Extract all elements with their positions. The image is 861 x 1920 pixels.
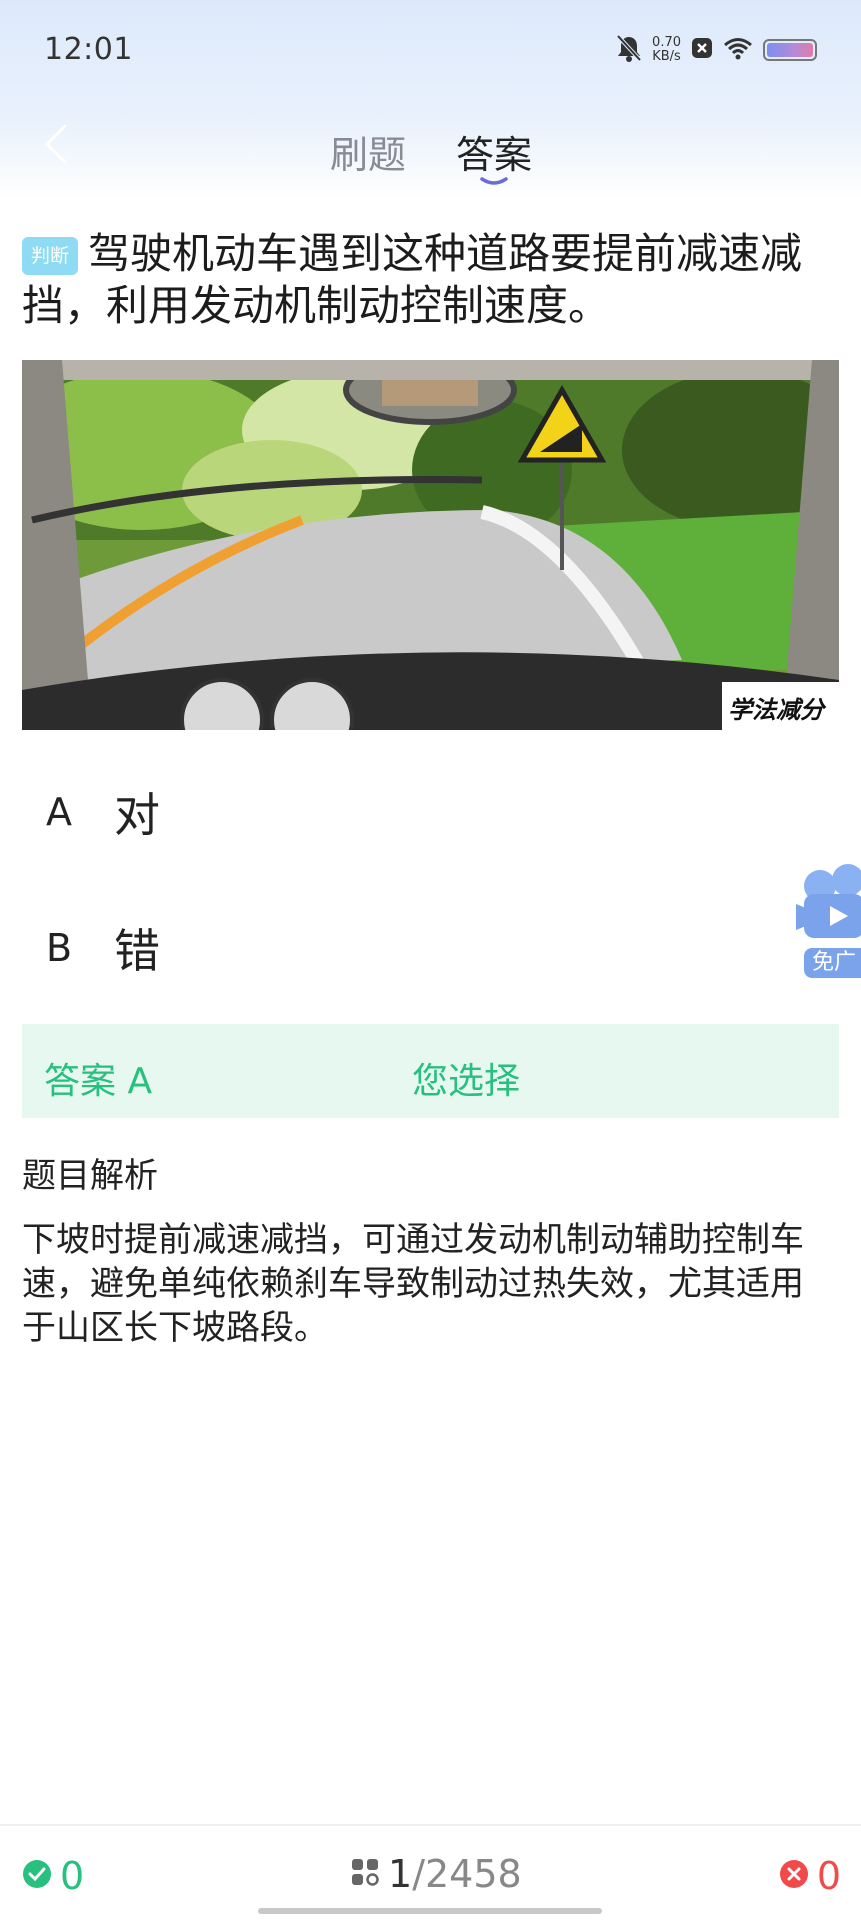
tab-active-indicator <box>480 172 508 185</box>
option-letter: B <box>46 926 73 970</box>
current-question: 1 <box>388 1852 413 1896</box>
correct-counter[interactable]: 0 <box>22 1854 84 1898</box>
x-circle-icon <box>779 1854 809 1898</box>
ad-free-label: 免广 <box>804 948 861 978</box>
net-speed: 0.70 KB/s <box>652 36 681 64</box>
your-choice: 您选择 <box>412 1061 521 1102</box>
tab-answer[interactable]: 答案 <box>456 124 532 179</box>
net-speed-value: 0.70 <box>652 35 681 50</box>
question-type-tag: 判断 <box>22 237 79 275</box>
back-button[interactable] <box>36 118 76 174</box>
total-questions: /2458 <box>412 1852 522 1896</box>
correct-answer: 答案 A <box>44 1061 153 1102</box>
chevron-left-icon <box>43 122 69 170</box>
status-time: 12:01 <box>44 32 133 67</box>
option-text: 对 <box>114 788 160 842</box>
status-bar: 12:01 0.70 KB/s <box>0 0 861 100</box>
check-circle-icon <box>22 1854 52 1898</box>
wrong-count: 0 <box>816 1854 841 1898</box>
tab-practice[interactable]: 刷题 <box>330 124 406 179</box>
correct-count: 0 <box>60 1854 85 1898</box>
mute-bell-icon <box>616 34 642 66</box>
question-text: 驾驶机动车遇到这种道路要提前减速减挡，利用发动机制动控制速度。 <box>22 229 803 330</box>
ad-free-video-button[interactable]: 免广 <box>790 860 861 982</box>
status-icons: 0.70 KB/s <box>616 30 817 70</box>
bottom-bar: 0 1/2458 0 <box>0 1824 861 1920</box>
home-indicator[interactable] <box>258 1908 602 1914</box>
question-progress[interactable]: 1/2458 <box>350 1852 522 1896</box>
answer-box: 答案 A 您选择 <box>22 1024 839 1118</box>
net-speed-unit: KB/s <box>652 49 681 64</box>
option-letter: A <box>46 790 72 834</box>
wrong-counter[interactable]: 0 <box>779 1854 841 1898</box>
wifi-icon <box>723 36 753 64</box>
question-image: 学法减分 <box>22 360 839 730</box>
grid-icon <box>350 1852 380 1896</box>
close-box-icon <box>691 37 713 63</box>
option-a[interactable]: A 对 <box>22 762 839 862</box>
image-watermark: 学法减分 <box>728 695 824 724</box>
question: 判断 驾驶机动车遇到这种道路要提前减速减挡，利用发动机制动控制速度。 <box>22 228 842 332</box>
option-text: 错 <box>114 924 160 978</box>
battery-icon <box>763 39 817 61</box>
analysis-text: 下坡时提前减速减挡，可通过发动机制动辅助控制车速，避免单纯依赖刹车导致制动过热失… <box>22 1220 804 1348</box>
option-b[interactable]: B 错 <box>22 898 839 998</box>
analysis-title: 题目解析 <box>22 1156 158 1196</box>
